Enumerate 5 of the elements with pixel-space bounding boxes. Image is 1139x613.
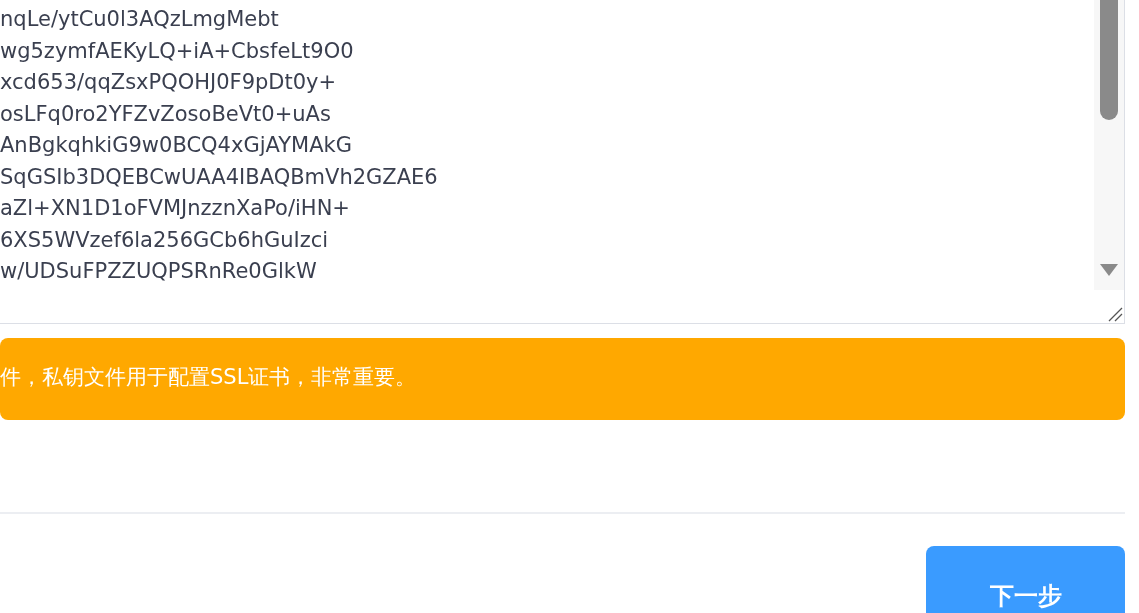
key-text-area[interactable]: nqLe/ytCu0l3AQzLmgMebt wg5zymfAEKyLQ+iA+CbsfeLt9O0 xcd653/qqZsxPQOHJ0F9pDt0y+ osLFq0ro2YFZvZosoBeVt0+uAs AnBgkqhkiG9w0BCQ4xGjAYMAkG SqGSIb3DQEBCwUAA4IBAQBmVh2GZAE6 aZl+XN1D1oFVMJnzznXaPo/iHN+ 6XS5WVzef6la256GCb6hGuIzci w/UDSuFPZZUQPSRnRe0GlkW	[0, 0, 1125, 324]
scrollbar-thumb[interactable]	[1100, 0, 1118, 120]
alert-message: 件，私钥文件用于配置SSL证书，非常重要。	[0, 364, 417, 391]
scroll-down-arrow-icon[interactable]	[1099, 263, 1119, 277]
scrollbar[interactable]	[1094, 0, 1124, 290]
